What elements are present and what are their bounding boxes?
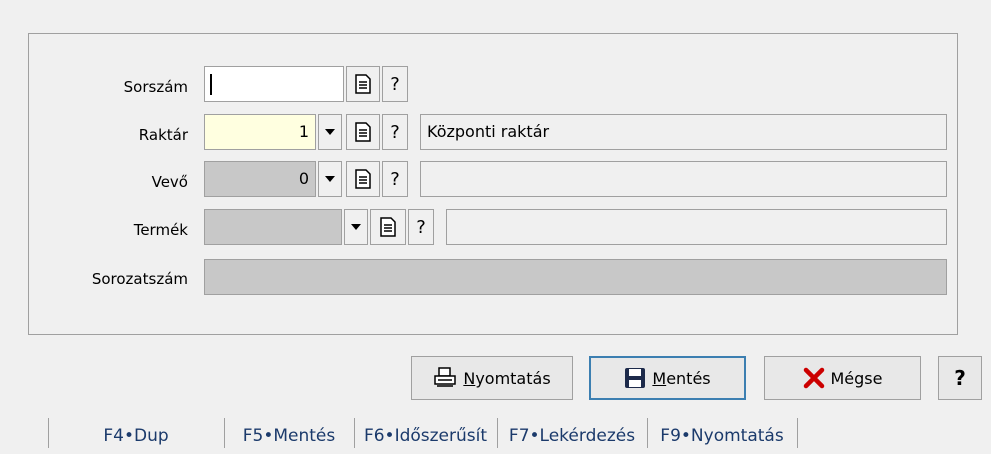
document-icon bbox=[355, 74, 371, 94]
dropdown-arrow-icon bbox=[351, 224, 361, 230]
sorszam-input[interactable] bbox=[204, 66, 344, 102]
cancel-x-icon bbox=[803, 367, 824, 389]
dropdown-arrow-icon bbox=[325, 176, 335, 182]
help-icon: ? bbox=[390, 73, 400, 95]
document-icon bbox=[380, 217, 396, 237]
cancel-button[interactable]: Mégse bbox=[764, 356, 921, 400]
vevo-code-input[interactable]: 0 bbox=[204, 161, 316, 197]
text-cursor bbox=[210, 74, 212, 95]
vevo-help-button[interactable]: ? bbox=[382, 161, 408, 197]
help-icon: ? bbox=[390, 121, 400, 143]
termek-name-field bbox=[446, 209, 947, 245]
vevo-dropdown-button[interactable] bbox=[318, 161, 342, 197]
cancel-button-label: Mégse bbox=[830, 368, 883, 388]
print-button[interactable]: Nyomtatás bbox=[411, 356, 573, 400]
print-mnemonic: N bbox=[463, 368, 476, 388]
fkey-f4-dup[interactable]: F4•Dup bbox=[48, 418, 224, 448]
sorszam-label: Sorszám bbox=[123, 78, 188, 96]
vevo-lookup-button[interactable] bbox=[346, 161, 380, 197]
help-icon: ? bbox=[416, 216, 426, 238]
help-icon: ? bbox=[954, 366, 966, 390]
printer-icon bbox=[434, 367, 457, 387]
save-disk-icon bbox=[625, 368, 646, 388]
fkey-f6-idoszerusit[interactable]: F6•Időszerűsít bbox=[354, 418, 497, 448]
raktar-code-input[interactable]: 1 bbox=[204, 114, 316, 150]
termek-help-button[interactable]: ? bbox=[408, 209, 434, 245]
function-key-bar: F4•Dup F5•Mentés F6•Időszerűsít F7•Lekér… bbox=[0, 418, 991, 448]
vevo-name-field bbox=[420, 161, 947, 197]
document-icon bbox=[355, 122, 371, 142]
raktar-help-button[interactable]: ? bbox=[382, 114, 408, 150]
vevo-label: Vevő bbox=[151, 173, 188, 191]
termek-label: Termék bbox=[133, 221, 188, 239]
save-mnemonic: M bbox=[652, 368, 667, 388]
help-icon: ? bbox=[390, 168, 400, 190]
raktar-label: Raktár bbox=[138, 126, 188, 144]
sorszam-lookup-button[interactable] bbox=[346, 66, 380, 102]
fkey-separator bbox=[797, 418, 798, 448]
sorszam-help-button[interactable]: ? bbox=[382, 66, 408, 102]
sorozatszam-input[interactable] bbox=[204, 259, 947, 295]
dropdown-arrow-icon bbox=[325, 129, 335, 135]
save-button[interactable]: Mentés bbox=[589, 356, 746, 400]
document-icon bbox=[355, 169, 371, 189]
termek-dropdown-button[interactable] bbox=[344, 209, 368, 245]
fkey-f5-mentes[interactable]: F5•Mentés bbox=[224, 418, 354, 448]
raktar-name-field: Központi raktár bbox=[420, 114, 947, 150]
termek-lookup-button[interactable] bbox=[370, 209, 406, 245]
save-button-label: entés bbox=[666, 368, 711, 388]
print-button-label: yomtatás bbox=[475, 368, 551, 388]
fkey-f7-lekerdezes[interactable]: F7•Lekérdezés bbox=[497, 418, 647, 448]
raktar-dropdown-button[interactable] bbox=[318, 114, 342, 150]
sorozatszam-label: Sorozatszám bbox=[91, 270, 188, 288]
raktar-lookup-button[interactable] bbox=[346, 114, 380, 150]
help-button[interactable]: ? bbox=[938, 356, 982, 400]
termek-code-input[interactable] bbox=[204, 209, 342, 245]
fkey-f9-nyomtatas[interactable]: F9•Nyomtatás bbox=[647, 418, 797, 448]
